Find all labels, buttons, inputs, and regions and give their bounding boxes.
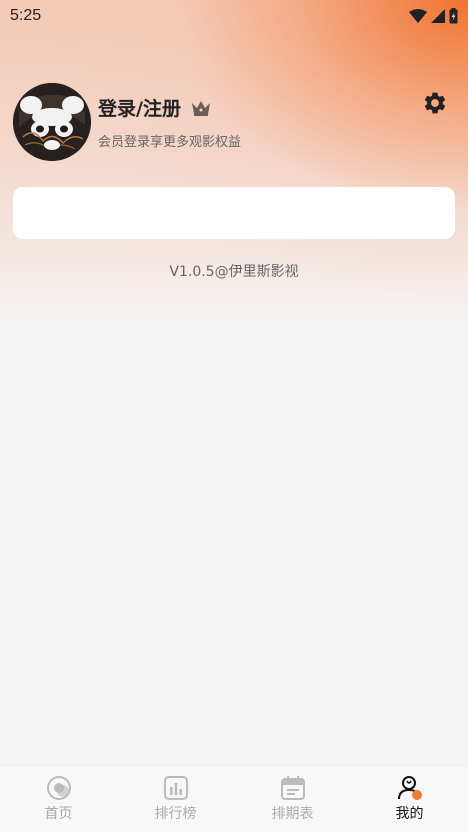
nav-label-ranking: 排行榜 <box>154 806 197 822</box>
status-icons <box>409 8 458 24</box>
nav-item-schedule[interactable]: 排期表 <box>234 775 351 823</box>
status-bar: 5:25 <box>0 0 468 32</box>
calendar-icon <box>280 776 305 800</box>
panda-avatar-icon <box>13 83 91 161</box>
cellular-signal-icon <box>431 9 445 23</box>
status-time: 5:25 <box>10 7 42 24</box>
avatar[interactable] <box>13 83 91 161</box>
home-icon <box>46 776 71 800</box>
nav-item-ranking[interactable]: 排行榜 <box>117 775 234 823</box>
member-benefit-subtitle: 会员登录享更多观影权益 <box>98 135 242 150</box>
app-version-label: V1.0.5@伊里斯影视 <box>169 264 299 280</box>
member-card[interactable] <box>13 187 455 239</box>
login-row[interactable]: 登录/注册 <box>98 94 241 121</box>
nav-label-home: 首页 <box>44 806 73 822</box>
nav-label-mine: 我的 <box>395 806 424 822</box>
wifi-icon <box>409 9 427 23</box>
nav-item-home[interactable]: 首页 <box>0 775 117 823</box>
nav-item-mine[interactable]: 我的 <box>351 775 468 823</box>
battery-icon <box>449 8 458 24</box>
nav-label-schedule: 排期表 <box>271 806 314 822</box>
chart-icon <box>163 776 188 800</box>
login-register-link[interactable]: 登录/注册 <box>98 94 181 121</box>
profile-icon <box>397 776 422 800</box>
header-gradient-background <box>0 0 468 340</box>
profile-text: 登录/注册 会员登录享更多观影权益 <box>98 94 241 150</box>
profile-section[interactable]: 登录/注册 会员登录享更多观影权益 <box>13 83 241 161</box>
bottom-navigation: 首页 排行榜 排期表 我的 <box>0 765 468 832</box>
settings-gear-icon[interactable] <box>422 90 448 116</box>
vip-crown-icon <box>191 100 210 116</box>
